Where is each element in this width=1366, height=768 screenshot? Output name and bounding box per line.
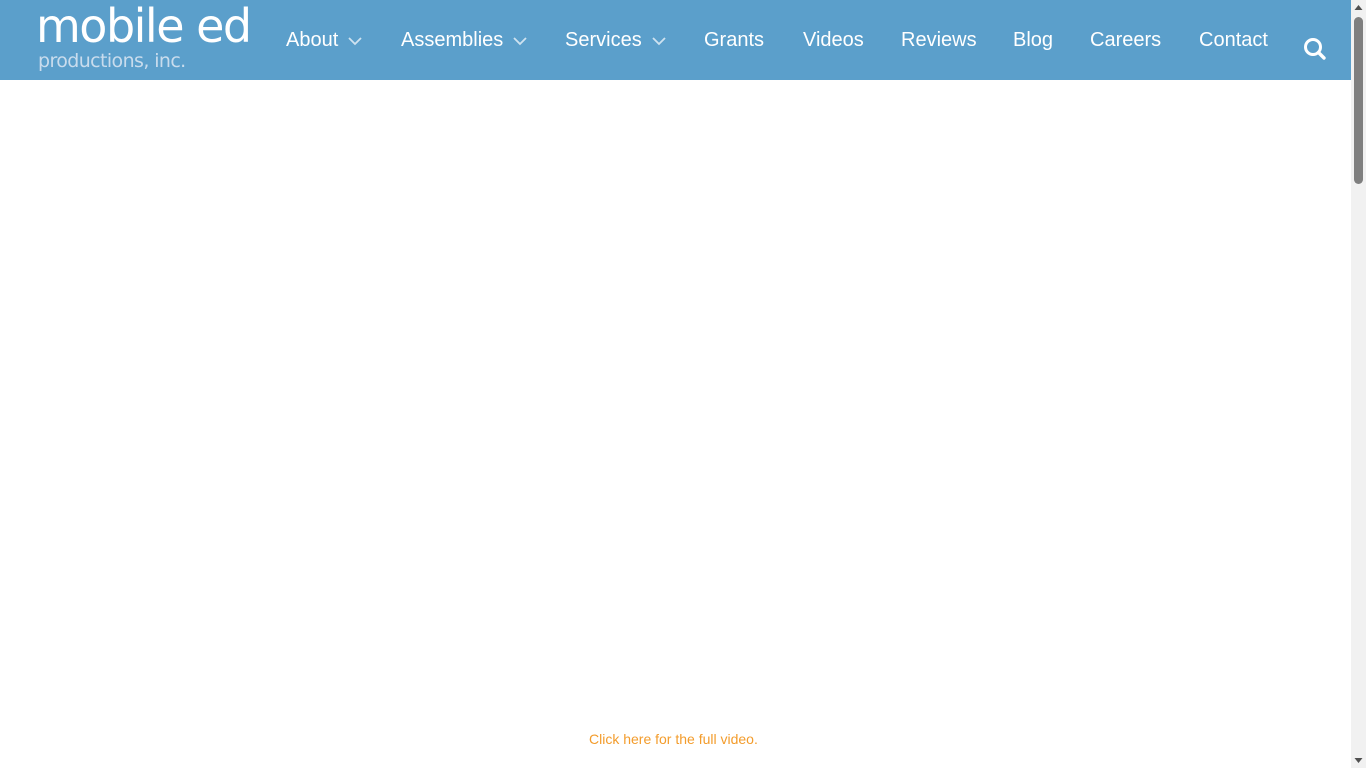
arrow-up-icon[interactable]	[1351, 0, 1366, 15]
chevron-down-icon	[652, 37, 666, 46]
nav-item-label: Services	[565, 28, 642, 51]
nav-item-about[interactable]: About	[286, 0, 363, 80]
nav-item-assemblies[interactable]: Assemblies	[401, 0, 528, 80]
nav-item-label: Reviews	[901, 28, 977, 51]
chevron-down-icon	[513, 37, 527, 46]
nav-item-label: Assemblies	[401, 28, 504, 51]
logo-tagline: productions, inc.	[38, 50, 186, 72]
site-header: mobile ed productions, inc. About Assemb…	[0, 0, 1351, 80]
site-logo[interactable]: mobile ed productions, inc.	[36, 0, 258, 75]
logo-wordmark: mobile ed	[36, 0, 252, 53]
scrollbar-thumb[interactable]	[1354, 17, 1363, 184]
arrow-down-icon[interactable]	[1351, 753, 1366, 768]
nav-item-contact[interactable]: Contact	[1199, 0, 1268, 80]
nav-item-label: Videos	[803, 28, 864, 51]
nav-item-blog[interactable]: Blog	[1013, 0, 1053, 80]
full-video-link[interactable]: Click here for the full video.	[589, 730, 758, 748]
vertical-scrollbar[interactable]	[1351, 0, 1366, 768]
search-icon	[1304, 38, 1326, 60]
nav-item-grants[interactable]: Grants	[704, 0, 764, 80]
nav-item-careers[interactable]: Careers	[1090, 0, 1161, 80]
nav-item-label: Grants	[704, 28, 765, 51]
nav-item-label: Contact	[1199, 28, 1268, 51]
search-button[interactable]	[1302, 36, 1328, 62]
video-embed-area[interactable]	[0, 80, 1351, 700]
nav-item-videos[interactable]: Videos	[803, 0, 864, 80]
nav-item-label: About	[286, 28, 339, 51]
nav-item-reviews[interactable]: Reviews	[901, 0, 977, 80]
nav-item-label: Blog	[1013, 28, 1054, 51]
nav-item-label: Careers	[1090, 28, 1162, 51]
chevron-down-icon	[348, 37, 362, 46]
page: mobile ed productions, inc. About Assemb…	[0, 0, 1366, 768]
nav-item-services[interactable]: Services	[565, 0, 667, 80]
